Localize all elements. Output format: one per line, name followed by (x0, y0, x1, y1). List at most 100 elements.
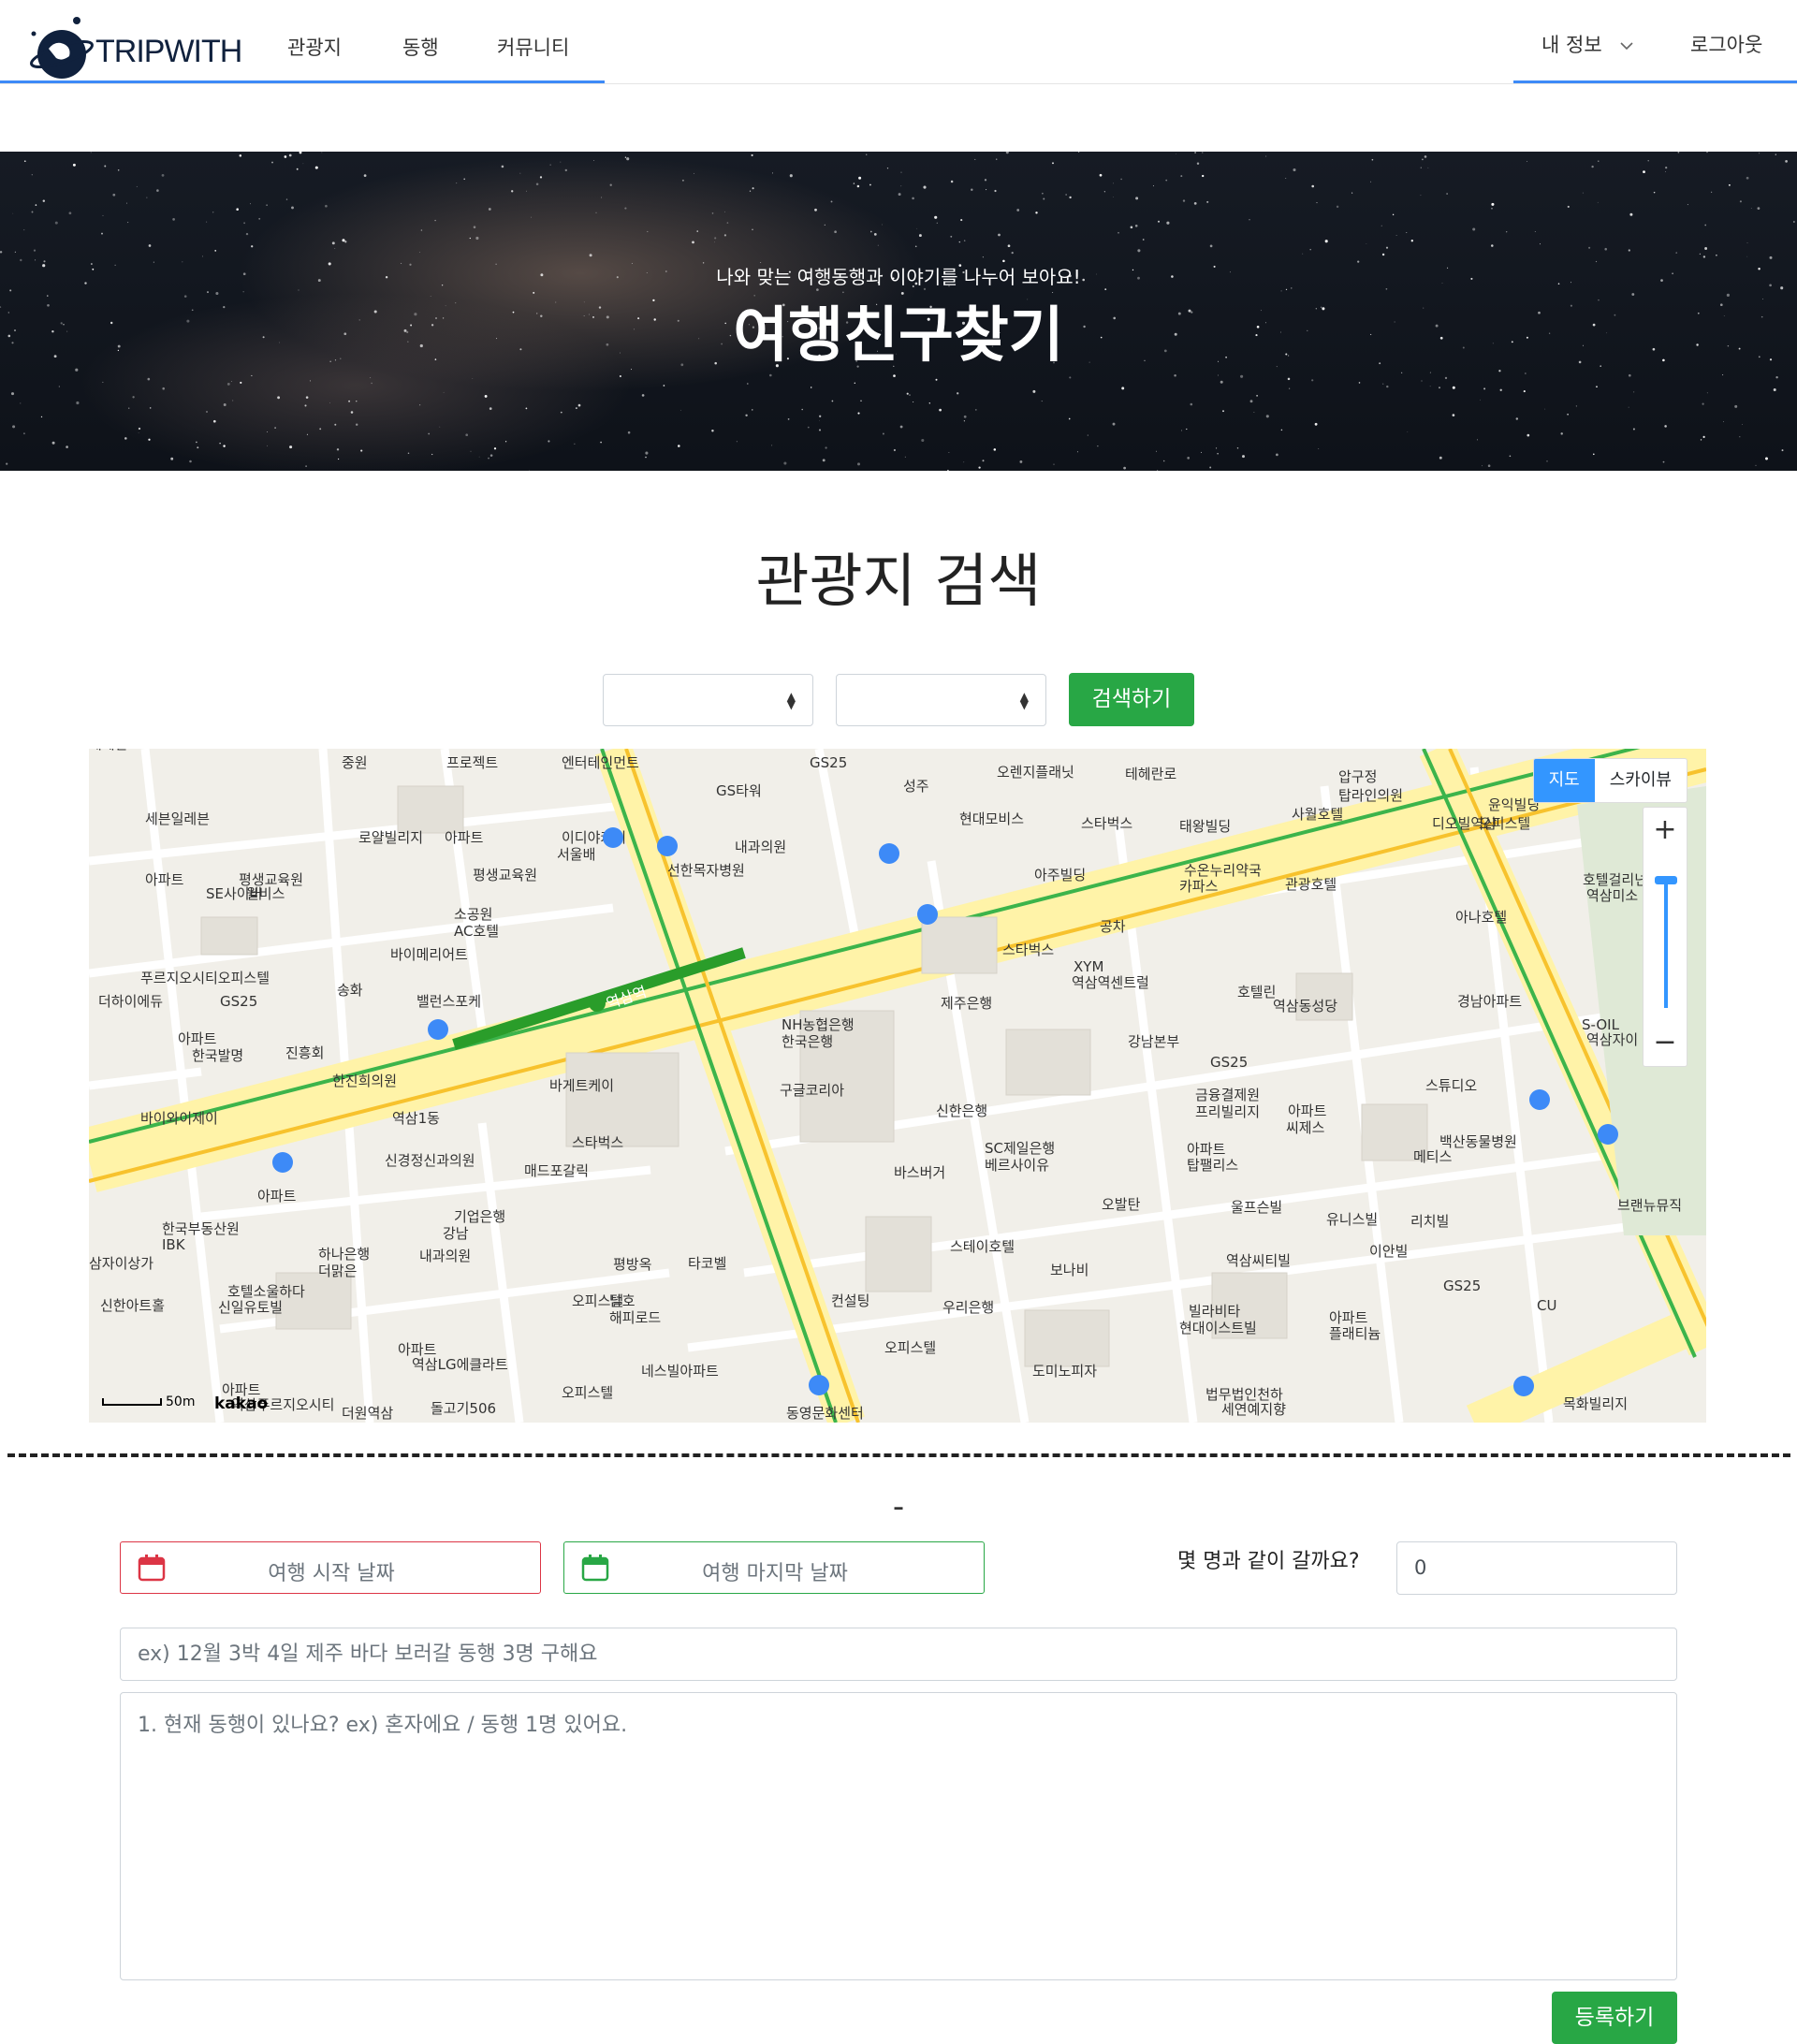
map-poi-label[interactable]: 기업은행 (454, 1208, 505, 1225)
map-poi-label[interactable]: GS25 (220, 993, 257, 1010)
map-poi-label[interactable]: 호텔린 (1237, 984, 1276, 1000)
map-poi-label[interactable]: 하나은행 (318, 1246, 370, 1263)
people-count-input[interactable]: 0 (1396, 1541, 1677, 1595)
map-poi-label[interactable]: 내과의원 (419, 1248, 471, 1264)
submit-button[interactable]: 등록하기 (1552, 1992, 1677, 2044)
map-poi-label[interactable]: 오피스텔 (884, 1339, 936, 1356)
map-poi-label[interactable]: 중원 (342, 754, 368, 771)
map-poi-label[interactable]: GS25 (810, 754, 847, 771)
map-poi-label[interactable]: 공차 (1100, 918, 1126, 935)
map-poi-label[interactable]: 오렌지플래닛 (997, 764, 1074, 781)
map-poi-label[interactable]: 성주 (903, 778, 929, 795)
map-poi-label[interactable]: XYM (1074, 958, 1103, 975)
map-poi-label[interactable]: 목화빌리지 (1563, 1395, 1628, 1412)
map-poi-label[interactable]: 아파트 (1187, 1141, 1226, 1158)
map-poi-label[interactable]: 세븐일레븐 (145, 810, 210, 827)
map-canvas[interactable]: 역삼역 중원 프로젝트 엔터테인먼트GS타워GS25성주오렌지플래닛 압구정탑라인의원… (89, 749, 1706, 1423)
subregion-select[interactable]: ▲ ▼ (836, 674, 1046, 726)
map-poi-label[interactable]: 신일유토빌 (218, 1299, 283, 1316)
map-poi-label[interactable]: 윤익빌딩 (1488, 796, 1540, 813)
map-poi-label[interactable]: 더하이에듀 (98, 993, 163, 1010)
map-poi-label[interactable]: 신한은행 (936, 1102, 987, 1119)
map-poi-label[interactable]: SC제일은행 (985, 1140, 1055, 1157)
map-poi-label[interactable]: 스타벅스 (1081, 815, 1132, 832)
zoom-out-button[interactable]: − (1644, 1026, 1687, 1058)
my-info-dropdown[interactable]: 내 정보 (1541, 30, 1634, 58)
map-poi-label[interactable]: 아파트 (445, 829, 484, 846)
nav-tourist-spots[interactable]: 관광지 (287, 33, 342, 61)
map-poi-label[interactable]: 한국부동산원 (162, 1220, 240, 1237)
map-poi-label[interactable]: 네스빌아파트 (641, 1363, 719, 1380)
map-poi-label[interactable]: 역삼역센트럴 (1072, 974, 1149, 991)
map-poi-label[interactable]: 아나호텔 (1455, 909, 1507, 926)
map-poi-label[interactable]: 타코벨 (688, 1255, 726, 1272)
map-poi-label[interactable]: 보나비 (1050, 1262, 1088, 1278)
map-poi-label[interactable]: 역삼1동 (392, 1110, 440, 1127)
map-poi-label[interactable]: 송화 (337, 982, 363, 999)
map-poi-label[interactable]: 한국은행 (782, 1033, 833, 1050)
map-poi-label[interactable]: 플래티늄 (1329, 1325, 1381, 1342)
tripwith-logo[interactable]: TRIPWITH (28, 13, 242, 84)
map-poi-label[interactable]: 현대이스트빌 (1179, 1320, 1257, 1336)
map-poi-label[interactable]: 역삼미소 (1586, 887, 1638, 904)
map-poi-label[interactable]: 평방옥 (613, 1256, 651, 1273)
map-poi-label[interactable]: 더맑은 (318, 1263, 357, 1279)
map-poi-label[interactable]: 바이와이제이 (140, 1110, 218, 1127)
map-poi-label[interactable]: 탑라인의원 (1338, 787, 1403, 804)
map-poi-label[interactable]: 소공원 (454, 906, 492, 923)
map-poi-label[interactable]: 오피스텔 (562, 1384, 613, 1401)
map-poi-label[interactable]: 아주빌딩 (1034, 867, 1086, 883)
map-poi-label[interactable]: 세연예지향 (1221, 1401, 1286, 1418)
region-select[interactable]: ▲ ▼ (603, 674, 813, 726)
map-poi-label[interactable]: 메티스 (1413, 1148, 1453, 1165)
map-poi-label[interactable]: 현대모비스 (959, 810, 1024, 827)
map-poi-label[interactable]: 베르사이유 (985, 1157, 1049, 1174)
post-content-textarea[interactable]: 1. 현재 동행이 있나요? ex) 혼자에요 / 동행 1명 있어요. (120, 1692, 1677, 1980)
map-poi-label[interactable]: 유니스빌 (1326, 1211, 1378, 1228)
map-poi-label[interactable]: 푸르지오시티오피스텔 (140, 970, 270, 986)
logout-link[interactable]: 로그아웃 (1690, 30, 1762, 58)
map-poi-label[interactable]: 바게트케이 (549, 1077, 614, 1094)
map-poi-label[interactable]: 바스버거 (894, 1164, 945, 1181)
map-poi-label[interactable]: 아파트 (1288, 1102, 1327, 1119)
map-poi-label[interactable]: 구글코리아 (780, 1082, 844, 1099)
map-poi-label[interactable]: 내과의원 (735, 839, 786, 855)
map-poi-label[interactable]: 밸런스포케 (416, 993, 481, 1010)
map-poi-label[interactable]: 아파트 (178, 1030, 217, 1047)
map-poi-label[interactable]: 브랜뉴뮤직 (1617, 1197, 1682, 1214)
map-type-skyview[interactable]: 스카이뷰 (1595, 759, 1687, 802)
map-poi-label[interactable]: 동영문화센터 (786, 1405, 864, 1422)
map-type-roadmap[interactable]: 지도 (1533, 759, 1595, 802)
map-poi-label[interactable]: 신한아트홀 (100, 1297, 165, 1314)
map-poi-label[interactable]: 윌비스 (246, 885, 285, 902)
search-button[interactable]: 검색하기 (1069, 673, 1194, 726)
map-poi-label[interactable]: 강남 (443, 1225, 469, 1242)
map-poi-label[interactable]: 호텔소울하다 (227, 1283, 305, 1300)
map-poi-label[interactable]: GS25 (1210, 1054, 1248, 1071)
map-poi-label[interactable]: 리치빌 (1410, 1213, 1449, 1230)
map-poi-label[interactable]: 신경정신과의원 (385, 1152, 475, 1169)
map-poi-label[interactable]: 엔터테인먼트 (562, 754, 639, 771)
map-poi-label[interactable]: 수온누리약국 (1184, 862, 1262, 879)
map-poi-label[interactable]: 금융결제원 (1195, 1087, 1260, 1103)
map-poi-label[interactable]: 프로젝트 (446, 754, 498, 771)
kakao-map[interactable]: 역삼역 중원 프로젝트 엔터테인먼트 GS타워 GS25 성주 오렌지플래닛 압구정 탑라인의원… (89, 749, 1706, 1423)
map-poi-label[interactable]: 아파트 (257, 1188, 297, 1204)
map-poi-label[interactable]: 역삼동성당 (1273, 998, 1337, 1015)
zoom-in-button[interactable]: + (1644, 813, 1687, 846)
map-poi-label[interactable]: GS타워 (716, 782, 762, 799)
nav-companion[interactable]: 동행 (402, 33, 439, 61)
start-date-picker[interactable]: 여행 시작 날짜 (120, 1541, 541, 1594)
map-poi-label[interactable]: 탑팰리스 (1187, 1157, 1238, 1174)
map-poi-label[interactable]: 진흥회 (285, 1044, 324, 1061)
map-poi-label[interactable]: 아파트 (1329, 1309, 1368, 1326)
map-poi-label[interactable]: 스타벅스 (1002, 942, 1054, 958)
map-poi-label[interactable]: 더원역삼 (342, 1405, 393, 1422)
map-poi-label[interactable]: 제주은행 (941, 995, 992, 1012)
map-poi-label[interactable]: 돌고기506 (431, 1400, 496, 1417)
map-poi-label[interactable]: 씨제스 (1286, 1119, 1325, 1136)
map-poi-label[interactable]: 오발탄 (1102, 1196, 1141, 1213)
map-poi-label[interactable]: 프리빌리지 (1195, 1103, 1260, 1120)
map-poi-label[interactable]: 삼자이상가 (89, 1255, 153, 1272)
map-poi-label[interactable]: 컨설팅 (831, 1292, 869, 1309)
